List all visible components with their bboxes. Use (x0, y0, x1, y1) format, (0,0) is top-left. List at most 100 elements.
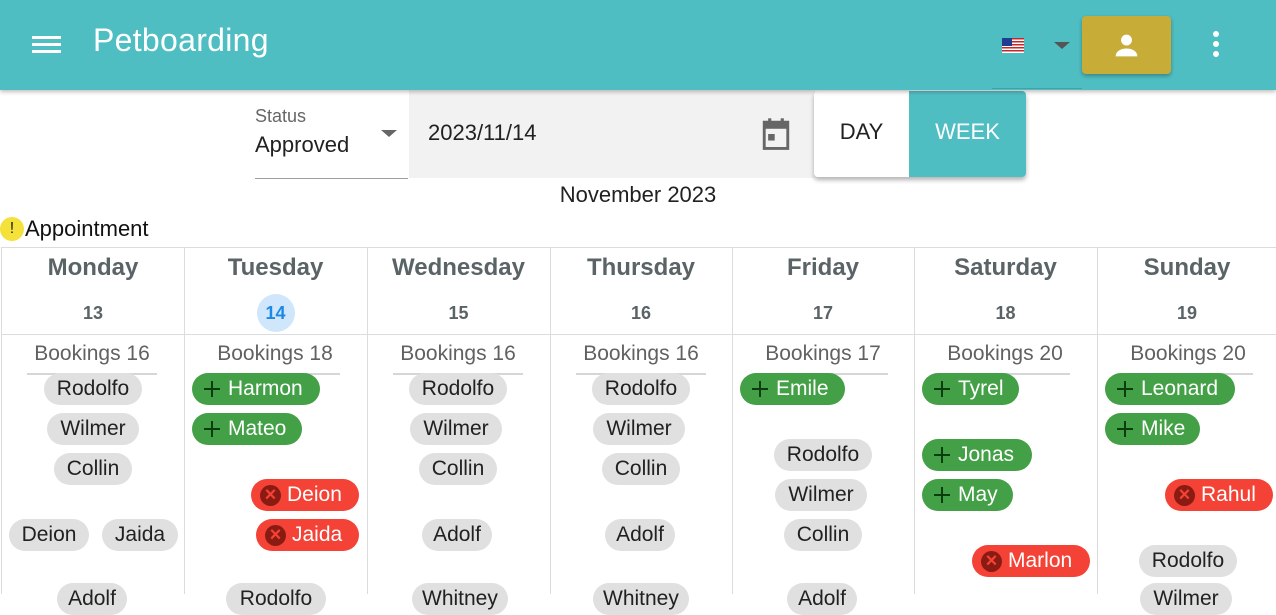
booking-name: Collin (796, 523, 850, 546)
us-flag-icon (1002, 38, 1024, 53)
bookings-count: Bookings 20 (1123, 339, 1253, 375)
booking-chip[interactable]: Wilmer (47, 413, 139, 445)
language-select[interactable] (992, 28, 1082, 89)
day-column-tuesday: Tuesday 14 Bookings 18Harmon Mateo Deion Jaid… (184, 248, 368, 615)
day-number[interactable]: 19 (1168, 294, 1206, 332)
cancel-icon (1171, 479, 1197, 511)
booking-chip[interactable]: Rodolfo (1139, 545, 1237, 577)
bookings-count: Bookings 18 (210, 339, 340, 375)
booking-chip[interactable]: Collin (419, 453, 497, 485)
day-number[interactable]: 17 (804, 294, 842, 332)
booking-name: Wilmer (423, 417, 489, 440)
booking-chip[interactable]: Deion (251, 479, 359, 511)
booking-name: Whitney (603, 587, 679, 610)
status-value: Approved (255, 132, 350, 157)
day-header: Thursday 16 (550, 248, 732, 335)
day-number[interactable]: 15 (440, 294, 478, 332)
booking-chip[interactable]: Wilmer (1140, 583, 1232, 615)
booking-chip[interactable]: Harmon (192, 373, 320, 405)
view-day-button[interactable]: DAY (814, 91, 909, 177)
booking-chip[interactable]: Tyrel (922, 373, 1019, 405)
booking-name: Rodolfo (604, 377, 678, 400)
booking-chip[interactable]: Emile (740, 373, 845, 405)
booking-name: Wilmer (1153, 587, 1219, 610)
bookings-count: Bookings 16 (27, 339, 157, 375)
booking-name: Emile (776, 377, 829, 400)
day-header: Sunday 19 (1097, 248, 1276, 335)
day-number[interactable]: 16 (622, 294, 660, 332)
day-name: Monday (47, 254, 139, 281)
booking-chip[interactable]: Rodolfo (226, 583, 326, 615)
booking-chip[interactable]: Jonas (922, 439, 1032, 471)
booking-name: Mike (1141, 417, 1186, 440)
booking-chip[interactable]: Rodolfo (409, 373, 507, 405)
booking-chip[interactable]: Jaida (102, 519, 178, 551)
booking-chip[interactable]: Wilmer (410, 413, 502, 445)
week-calendar: Monday 13 Bookings 16 Rodolfo Wilmer Collin De… (1, 247, 1276, 615)
booking-chip[interactable]: Deion (9, 519, 89, 551)
booking-chip[interactable]: Mateo (192, 413, 302, 445)
booking-name: Deion (287, 483, 342, 506)
booking-chip[interactable]: Collin (602, 453, 680, 485)
day-number[interactable]: 13 (74, 294, 112, 332)
day-column-friday: Friday 17 Bookings 17 Emile Rodolfo Wilmer Col… (732, 248, 915, 615)
view-week-button[interactable]: WEEK (909, 91, 1026, 177)
chevron-down-icon (1054, 42, 1070, 49)
day-name: Tuesday (227, 254, 324, 281)
booking-name: Collin (66, 457, 120, 480)
day-column-thursday: Thursday 16 Bookings 16 Rodolfo Wilmer Collin… (550, 248, 733, 615)
booking-chip[interactable]: Rahul (1165, 479, 1273, 511)
booking-name: Wilmer (60, 417, 126, 440)
day-column-wednesday: Wednesday 15 Bookings 16 Rodolfo Wilmer Colli… (367, 248, 551, 615)
booking-chip[interactable]: Wilmer (775, 479, 867, 511)
booking-chip[interactable]: Wilmer (593, 413, 685, 445)
add-icon (1111, 373, 1137, 405)
booking-chip[interactable]: Marlon (972, 545, 1090, 577)
booking-chip[interactable]: Adolf (787, 583, 857, 615)
more-vert-icon[interactable] (1204, 28, 1228, 62)
booking-chip[interactable]: May (922, 479, 1013, 511)
status-label: Status (255, 106, 307, 126)
booking-chip[interactable]: Collin (784, 519, 862, 551)
menu-icon[interactable] (30, 32, 64, 58)
add-icon (746, 373, 772, 405)
bookings-count: Bookings 16 (393, 339, 523, 375)
booking-name: Jaida (292, 523, 343, 546)
booking-chip[interactable]: Leonard (1105, 373, 1235, 405)
day-name: Saturday (954, 254, 1057, 281)
booking-name: Adolf (616, 523, 664, 546)
day-name: Sunday (1143, 254, 1231, 281)
day-name: Friday (786, 254, 860, 281)
booking-chip[interactable]: Collin (54, 453, 132, 485)
add-icon (928, 439, 954, 471)
booking-chip[interactable]: Jaida (256, 519, 359, 551)
day-number[interactable]: 14 (256, 294, 295, 332)
booking-chip[interactable]: Mike (1105, 413, 1200, 445)
booking-chip[interactable]: Whitney (593, 583, 689, 615)
booking-name: Harmon (228, 377, 303, 400)
booking-chip[interactable]: Whitney (412, 583, 508, 615)
booking-chip[interactable]: Rodolfo (592, 373, 690, 405)
booking-name: Rodolfo (421, 377, 495, 400)
booking-chip[interactable]: Rodolfo (774, 439, 872, 471)
booking-chip[interactable]: Adolf (57, 583, 127, 615)
booking-chip[interactable]: Adolf (605, 519, 675, 551)
day-column-monday: Monday 13 Bookings 16 Rodolfo Wilmer Collin De… (2, 248, 185, 615)
cancel-icon (262, 519, 288, 551)
booking-chip[interactable]: Rodolfo (44, 373, 142, 405)
status-select[interactable]: Status Approved (255, 100, 408, 179)
date-input[interactable]: 2023/11/14 (409, 90, 815, 178)
booking-chip[interactable]: Adolf (422, 519, 492, 551)
day-header: Tuesday 14 (184, 248, 367, 335)
calendar-icon[interactable] (760, 117, 792, 151)
day-header: Saturday 18 (914, 248, 1097, 335)
user-account-button[interactable] (1082, 16, 1171, 74)
day-number[interactable]: 18 (987, 294, 1025, 332)
month-label: November 2023 (559, 182, 717, 207)
legend-label: Appointment (25, 216, 149, 241)
booking-name: Whitney (422, 587, 498, 610)
day-column-saturday: Saturday 18 Bookings 20Tyrel Jonas May Marlon (914, 248, 1098, 594)
booking-name: Deion (21, 523, 77, 546)
booking-name: Mateo (228, 417, 287, 440)
add-icon (198, 413, 224, 445)
